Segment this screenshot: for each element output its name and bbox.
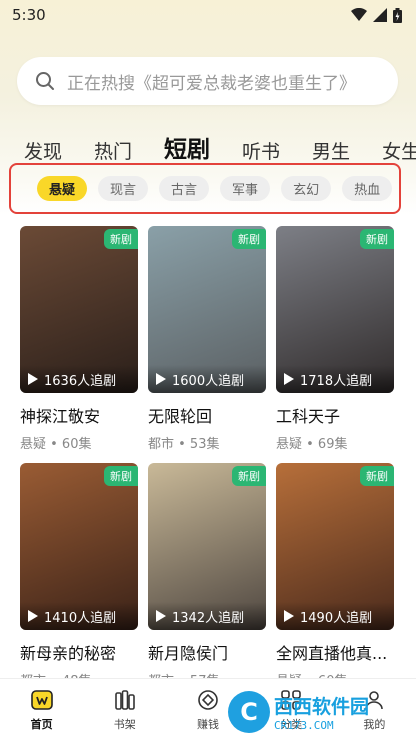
tab-short-drama[interactable]: 短剧 — [160, 130, 215, 168]
drama-poster: 新剧 1490人追剧 — [276, 463, 394, 630]
status-bar: 5:30 — [0, 0, 416, 30]
drama-card[interactable]: 新剧 1342人追剧 新月隐侯门 都市 • 57集 — [148, 463, 266, 689]
watermark-url: CR173.COM — [274, 719, 334, 732]
genre-chip-fantasy[interactable]: 玄幻 — [281, 176, 332, 201]
tab-popular[interactable]: 热门 — [94, 137, 132, 164]
followers-count: 1718人追剧 — [300, 373, 373, 389]
drama-meta: 悬疑 • 60集 — [20, 437, 92, 452]
followers-count: 1600人追剧 — [172, 373, 245, 389]
watermark-title: 西西软件园 — [274, 696, 370, 718]
site-watermark: C 西西软件园 CR173.COM — [228, 690, 410, 734]
drama-title: 新月隐侯门 — [148, 644, 229, 663]
drama-poster: 新剧 1636人追剧 — [20, 226, 138, 393]
drama-card[interactable]: 新剧 1410人追剧 新母亲的秘密 都市 • 48集 — [20, 463, 138, 689]
play-icon — [156, 373, 166, 385]
tab-female[interactable]: 女生 — [382, 137, 416, 164]
play-icon — [156, 610, 166, 622]
genre-chip-action[interactable]: 热血 — [342, 176, 393, 201]
drama-poster: 新剧 1600人追剧 — [148, 226, 266, 393]
drama-card[interactable]: 新剧 1636人追剧 神探江敬安 悬疑 • 60集 — [20, 226, 138, 452]
new-badge: 新剧 — [104, 229, 138, 249]
play-icon — [28, 373, 38, 385]
followers-bar: 1410人追剧 — [20, 602, 138, 630]
drama-card[interactable]: 新剧 1490人追剧 全网直播他真... 悬疑 • 60集 — [276, 463, 394, 689]
new-badge: 新剧 — [360, 229, 394, 249]
search-bar[interactable]: 正在热搜《超可爱总裁老婆也重生了》 — [17, 57, 398, 105]
nav-bookshelf[interactable]: 书架 — [95, 688, 155, 732]
followers-count: 1636人追剧 — [44, 373, 117, 389]
play-icon — [284, 610, 294, 622]
new-badge: 新剧 — [104, 466, 138, 486]
nav-bookshelf-label: 书架 — [113, 717, 136, 731]
followers-count: 1410人追剧 — [44, 610, 117, 626]
drama-poster: 新剧 1410人追剧 — [20, 463, 138, 630]
category-tabs: 发现 热门 短剧 听书 男生 女生 — [0, 124, 416, 168]
status-icons — [351, 7, 402, 23]
drama-card[interactable]: 新剧 1600人追剧 无限轮回 都市 • 53集 — [148, 226, 266, 452]
followers-count: 1342人追剧 — [172, 610, 245, 626]
drama-title: 新母亲的秘密 — [20, 644, 117, 663]
drama-title: 工科天子 — [276, 407, 341, 426]
search-placeholder: 正在热搜《超可爱总裁老婆也重生了》 — [67, 73, 356, 94]
drama-title: 全网直播他真... — [276, 644, 388, 663]
tab-male[interactable]: 男生 — [312, 137, 350, 164]
new-badge: 新剧 — [232, 466, 266, 486]
genre-chip-ancient-romance[interactable]: 古言 — [159, 176, 210, 201]
coin-icon — [198, 689, 218, 710]
drama-poster: 新剧 1342人追剧 — [148, 463, 266, 630]
genre-chip-military[interactable]: 军事 — [220, 176, 271, 201]
home-icon — [30, 689, 53, 710]
genre-chip-modern-romance[interactable]: 现言 — [98, 176, 149, 201]
new-badge: 新剧 — [232, 229, 266, 249]
followers-count: 1490人追剧 — [300, 610, 373, 626]
drama-title: 无限轮回 — [148, 407, 213, 426]
drama-card[interactable]: 新剧 1718人追剧 工科天子 悬疑 • 69集 — [276, 226, 394, 452]
battery-icon — [393, 7, 402, 23]
tab-audiobook[interactable]: 听书 — [242, 137, 280, 164]
signal-icon — [373, 8, 387, 22]
nav-home-label: 首页 — [30, 717, 53, 731]
followers-bar: 1636人追剧 — [20, 365, 138, 393]
tab-discover[interactable]: 发现 — [24, 137, 62, 164]
drama-title: 神探江敬安 — [20, 407, 101, 426]
nav-home[interactable]: 首页 — [12, 688, 72, 732]
status-time: 5:30 — [12, 6, 46, 24]
followers-bar: 1600人追剧 — [148, 365, 266, 393]
drama-meta: 都市 • 53集 — [148, 437, 220, 452]
bookshelf-icon — [114, 689, 135, 710]
followers-bar: 1490人追剧 — [276, 602, 394, 630]
wifi-icon — [351, 8, 367, 21]
play-icon — [28, 610, 38, 622]
search-icon — [36, 72, 54, 90]
play-icon — [284, 373, 294, 385]
followers-bar: 1342人追剧 — [148, 602, 266, 630]
nav-earn-label: 赚钱 — [196, 717, 219, 731]
new-badge: 新剧 — [360, 466, 394, 486]
drama-poster: 新剧 1718人追剧 — [276, 226, 394, 393]
followers-bar: 1718人追剧 — [276, 365, 394, 393]
genre-filter-bar: 悬疑 现言 古言 军事 玄幻 热血 — [9, 163, 401, 214]
watermark-logo-icon: C — [228, 691, 270, 733]
drama-meta: 悬疑 • 69集 — [276, 437, 348, 452]
genre-chip-suspense[interactable]: 悬疑 — [37, 176, 88, 201]
